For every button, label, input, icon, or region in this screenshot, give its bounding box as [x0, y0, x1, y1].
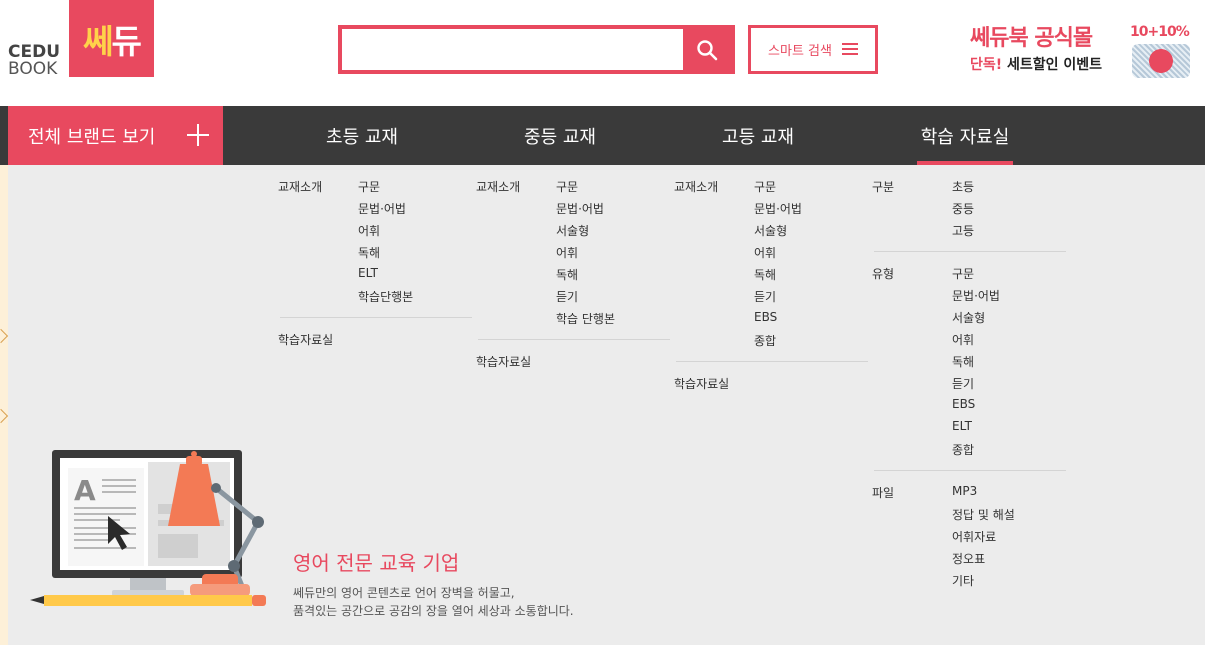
- tab-middle[interactable]: 중등 교재: [510, 106, 610, 165]
- divider: [874, 251, 1066, 252]
- elementary-link[interactable]: 문법·어법: [358, 200, 406, 217]
- middle-link[interactable]: 어휘: [556, 244, 578, 261]
- elementary-link[interactable]: ELT: [358, 266, 378, 280]
- library-type-link[interactable]: 독해: [952, 353, 974, 370]
- tab-label: 중등 교재: [524, 126, 596, 148]
- library-type-label: 유형: [872, 267, 895, 281]
- elementary-intro-label: 교재소개: [278, 180, 323, 194]
- search-button[interactable]: [683, 29, 731, 70]
- high-link[interactable]: 어휘: [754, 244, 776, 261]
- elementary-link[interactable]: 구문: [358, 178, 380, 195]
- library-file-link[interactable]: MP3: [952, 484, 977, 498]
- sale-percent: 10+10%: [1130, 24, 1190, 40]
- library-type-link[interactable]: 종합: [952, 441, 974, 458]
- middle-resources-link[interactable]: 학습자료실: [476, 353, 531, 370]
- library-file-link[interactable]: 기타: [952, 572, 974, 589]
- library-level-link[interactable]: 고등: [952, 222, 974, 239]
- menu-icon: [841, 43, 858, 56]
- site-header: CEDU BOOK 쎄듀 스마트 검색 쎄듀북 공식몰 단독! 세트할인 이벤트…: [0, 0, 1205, 106]
- logo-ssedu-prefix: 쎄: [83, 21, 113, 61]
- official-mall-banner[interactable]: 쎄듀북 공식몰 단독! 세트할인 이벤트 10+10%: [966, 16, 1196, 82]
- library-level-link[interactable]: 초등: [952, 178, 974, 195]
- all-brands-button[interactable]: 전체 브랜드 보기: [8, 106, 223, 165]
- middle-link[interactable]: 학습 단행본: [556, 310, 615, 327]
- library-type-link[interactable]: 듣기: [952, 375, 974, 392]
- banner-subtitle: 단독! 세트할인 이벤트: [970, 54, 1102, 74]
- illustration-letter: A: [74, 474, 96, 507]
- divider: [676, 361, 868, 362]
- library-level-link[interactable]: 중등: [952, 200, 974, 217]
- tab-library[interactable]: 학습 자료실: [917, 106, 1013, 165]
- all-brands-label: 전체 브랜드 보기: [28, 126, 156, 148]
- library-type-link[interactable]: 어휘: [952, 331, 974, 348]
- sale-badge: 10+10%: [1126, 20, 1192, 80]
- library-file-link[interactable]: 정오표: [952, 550, 985, 567]
- divider: [280, 317, 472, 318]
- library-type-link[interactable]: EBS: [952, 397, 975, 411]
- ssedu-logo[interactable]: 쎄듀: [69, 0, 154, 77]
- high-resources-link[interactable]: 학습자료실: [674, 375, 729, 392]
- smart-search-button[interactable]: 스마트 검색: [748, 25, 878, 74]
- chevron-icon: [0, 328, 9, 344]
- logo-book-text: BOOK: [8, 59, 58, 79]
- banner-sub-text: 세트할인 이벤트: [1007, 57, 1103, 73]
- sale-graphic-icon: [1132, 44, 1190, 78]
- elementary-link[interactable]: 독해: [358, 244, 380, 261]
- library-type-link[interactable]: 문법·어법: [952, 287, 1000, 304]
- high-link[interactable]: 문법·어법: [754, 200, 802, 217]
- high-link[interactable]: 구문: [754, 178, 776, 195]
- tab-high[interactable]: 고등 교재: [708, 106, 808, 165]
- high-link[interactable]: 듣기: [754, 288, 776, 305]
- banner-title: 쎄듀북 공식몰: [970, 26, 1093, 51]
- library-type-link[interactable]: 서술형: [952, 309, 985, 326]
- elementary-resources-link[interactable]: 학습자료실: [278, 331, 333, 348]
- tab-label: 학습 자료실: [920, 126, 1010, 148]
- side-banner-strip: [0, 165, 9, 645]
- high-link[interactable]: 종합: [754, 332, 776, 349]
- search-bar: [338, 25, 735, 74]
- cedu-book-logo[interactable]: CEDU BOOK: [8, 44, 60, 78]
- middle-link[interactable]: 서술형: [556, 222, 589, 239]
- library-type-link[interactable]: 구문: [952, 265, 974, 282]
- promo-line: 품격있는 공간으로 공감의 장을 열어 세상과 소통합니다.: [293, 604, 574, 618]
- library-file-link[interactable]: 어휘자료: [952, 528, 996, 545]
- high-link[interactable]: 독해: [754, 266, 776, 283]
- search-input[interactable]: [342, 29, 683, 70]
- desk-lamp-monitor-illustration: A: [30, 450, 266, 606]
- high-link[interactable]: 서술형: [754, 222, 787, 239]
- middle-link[interactable]: 듣기: [556, 288, 578, 305]
- tab-label: 초등 교재: [326, 126, 398, 148]
- middle-link[interactable]: 독해: [556, 266, 578, 283]
- library-type-link[interactable]: ELT: [952, 419, 972, 433]
- chevron-icon: [0, 408, 9, 424]
- library-file-link[interactable]: 정답 및 해설: [952, 506, 1015, 523]
- tab-label: 고등 교재: [722, 126, 794, 148]
- main-navigation: 전체 브랜드 보기 초등 교재 중등 교재 고등 교재 학습 자료실: [0, 106, 1205, 165]
- library-level-label: 구분: [872, 180, 895, 194]
- logo-ssedu-suffix: 듀: [111, 21, 142, 61]
- plus-icon: [187, 124, 209, 146]
- middle-link[interactable]: 구문: [556, 178, 578, 195]
- tab-elementary[interactable]: 초등 교재: [312, 106, 412, 165]
- promo-title: 영어 전문 교육 기업: [293, 551, 460, 575]
- smart-search-label: 스마트 검색: [768, 44, 832, 59]
- elementary-link[interactable]: 어휘: [358, 222, 380, 239]
- divider: [478, 339, 670, 340]
- promo-line: 쎄듀만의 영어 콘텐츠로 언어 장벽을 허물고,: [293, 586, 515, 600]
- elementary-link[interactable]: 학습단행본: [358, 288, 413, 305]
- library-file-label: 파일: [872, 486, 895, 500]
- banner-sub-highlight: 단독!: [970, 57, 1003, 73]
- middle-intro-label: 교재소개: [476, 180, 521, 194]
- middle-link[interactable]: 문법·어법: [556, 200, 604, 217]
- high-intro-label: 교재소개: [674, 180, 719, 194]
- high-link[interactable]: EBS: [754, 310, 777, 324]
- search-icon: [697, 39, 718, 60]
- divider: [874, 470, 1066, 471]
- promo-description: 쎄듀만의 영어 콘텐츠로 언어 장벽을 허물고, 품격있는 공간으로 공감의 장…: [293, 584, 574, 620]
